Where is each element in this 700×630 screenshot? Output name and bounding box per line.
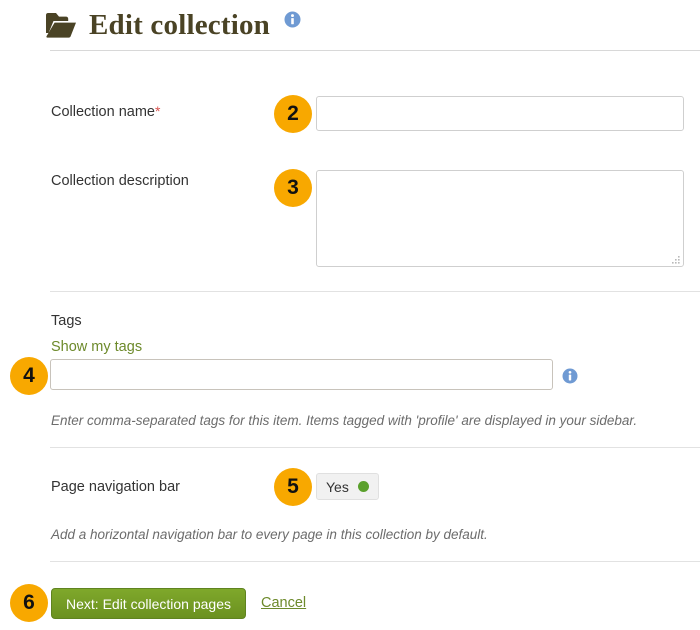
step-badge-4: 4: [10, 357, 48, 395]
tags-label: Tags: [51, 313, 82, 329]
page-title: Edit collection: [89, 8, 271, 41]
show-my-tags-link[interactable]: Show my tags: [51, 339, 142, 355]
page-navigation-bar-label: Page navigation bar: [51, 479, 180, 495]
step-badge-3: 3: [274, 169, 312, 207]
cancel-link[interactable]: Cancel: [261, 595, 306, 611]
collection-description-label: Collection description: [51, 173, 189, 189]
tags-info-icon[interactable]: [562, 368, 578, 384]
folder-open-icon: [45, 12, 77, 38]
page-navigation-bar-help-text: Add a horizontal navigation bar to every…: [51, 527, 488, 542]
toggle-status-dot-icon: [357, 481, 369, 492]
next-edit-collection-pages-button[interactable]: Next: Edit collection pages: [51, 588, 246, 619]
page-navigation-bar-toggle-label: Yes: [326, 478, 349, 495]
step-badge-5: 5: [274, 468, 312, 506]
step-badge-6: 6: [10, 584, 48, 622]
tags-help-text: Enter comma-separated tags for this item…: [51, 413, 638, 428]
collection-name-label: Collection name*: [51, 103, 160, 120]
required-asterisk: *: [154, 103, 161, 119]
divider-header: [50, 50, 700, 51]
info-icon[interactable]: [284, 11, 301, 28]
divider-footer: [50, 561, 700, 562]
collection-name-label-text: Collection name: [51, 104, 155, 120]
step-badge-2: 2: [274, 95, 312, 133]
divider-navbar: [50, 447, 700, 448]
divider-tags: [50, 291, 700, 292]
page-header: Edit collection: [0, 0, 700, 50]
tags-input[interactable]: [50, 359, 553, 390]
collection-description-wrapper: [316, 170, 684, 267]
collection-description-input[interactable]: [316, 170, 684, 267]
edit-collection-page: Edit collection Collection name* 2 Colle…: [0, 0, 700, 630]
collection-name-input[interactable]: [316, 96, 684, 131]
page-navigation-bar-toggle[interactable]: Yes: [316, 473, 379, 500]
